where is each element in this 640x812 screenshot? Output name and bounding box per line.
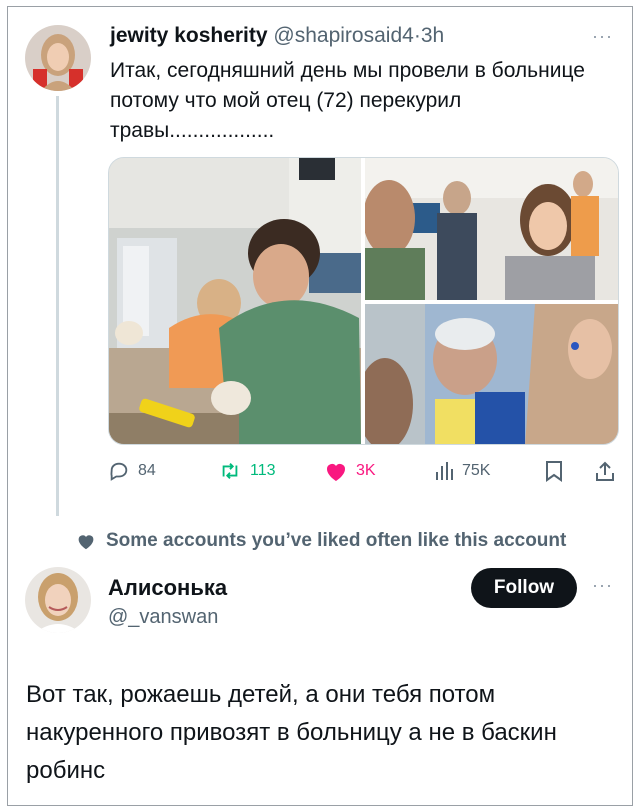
repost-button[interactable]: 113 <box>218 460 276 482</box>
photo-selfie-group[interactable] <box>365 158 618 300</box>
reply-button[interactable]: 84 <box>108 460 156 482</box>
tweet-text-2: Вот так, рожаешь детей, а они тебя потом… <box>26 681 557 784</box>
media-grid <box>108 157 619 445</box>
display-name[interactable]: jewity kosherity <box>110 24 268 47</box>
separator: · <box>413 24 421 47</box>
bookmark-icon <box>546 461 562 482</box>
bookmark-button[interactable] <box>544 460 564 482</box>
tweet-header: jewity kosherity @shapirosaid4·3h <box>110 24 444 48</box>
more-options-icon-2[interactable]: ··· <box>592 575 613 596</box>
avatar-alisonka[interactable] <box>25 567 91 633</box>
views-button[interactable]: 75K <box>434 460 490 482</box>
like-count: 3K <box>356 462 376 479</box>
timestamp[interactable]: 3h <box>421 24 444 47</box>
like-icon <box>327 464 345 481</box>
heart-small-icon <box>78 535 94 550</box>
repost-icon <box>222 463 238 479</box>
handle[interactable]: @shapirosaid4 <box>273 24 413 47</box>
tweet-actions: 84 113 3K 75K <box>108 460 618 488</box>
more-options-icon[interactable]: ··· <box>592 26 613 47</box>
share-icon <box>596 461 614 481</box>
views-icon <box>436 462 453 480</box>
thread-line <box>56 96 59 516</box>
handle-2[interactable]: @_vanswan <box>108 606 218 629</box>
follow-button[interactable]: Follow <box>471 568 577 608</box>
reply-icon <box>110 462 128 481</box>
liked-note-text: Some accounts you’ve liked often like th… <box>106 530 567 551</box>
reply-count: 84 <box>138 462 156 479</box>
repost-count: 113 <box>250 462 276 479</box>
photo-hospital-waiting[interactable] <box>109 158 361 444</box>
share-button[interactable] <box>594 460 616 482</box>
avatar-jewity[interactable] <box>25 25 91 91</box>
views-count: 75K <box>462 462 491 479</box>
like-button[interactable]: 3K <box>324 460 376 482</box>
photo-father-smiling[interactable] <box>365 304 618 444</box>
display-name-2[interactable]: Алисонька <box>108 575 227 601</box>
liked-accounts-note: Some accounts you’ve liked often like th… <box>76 530 566 552</box>
tweet-text: Итак, сегодняшний день мы провели в боль… <box>110 59 585 142</box>
